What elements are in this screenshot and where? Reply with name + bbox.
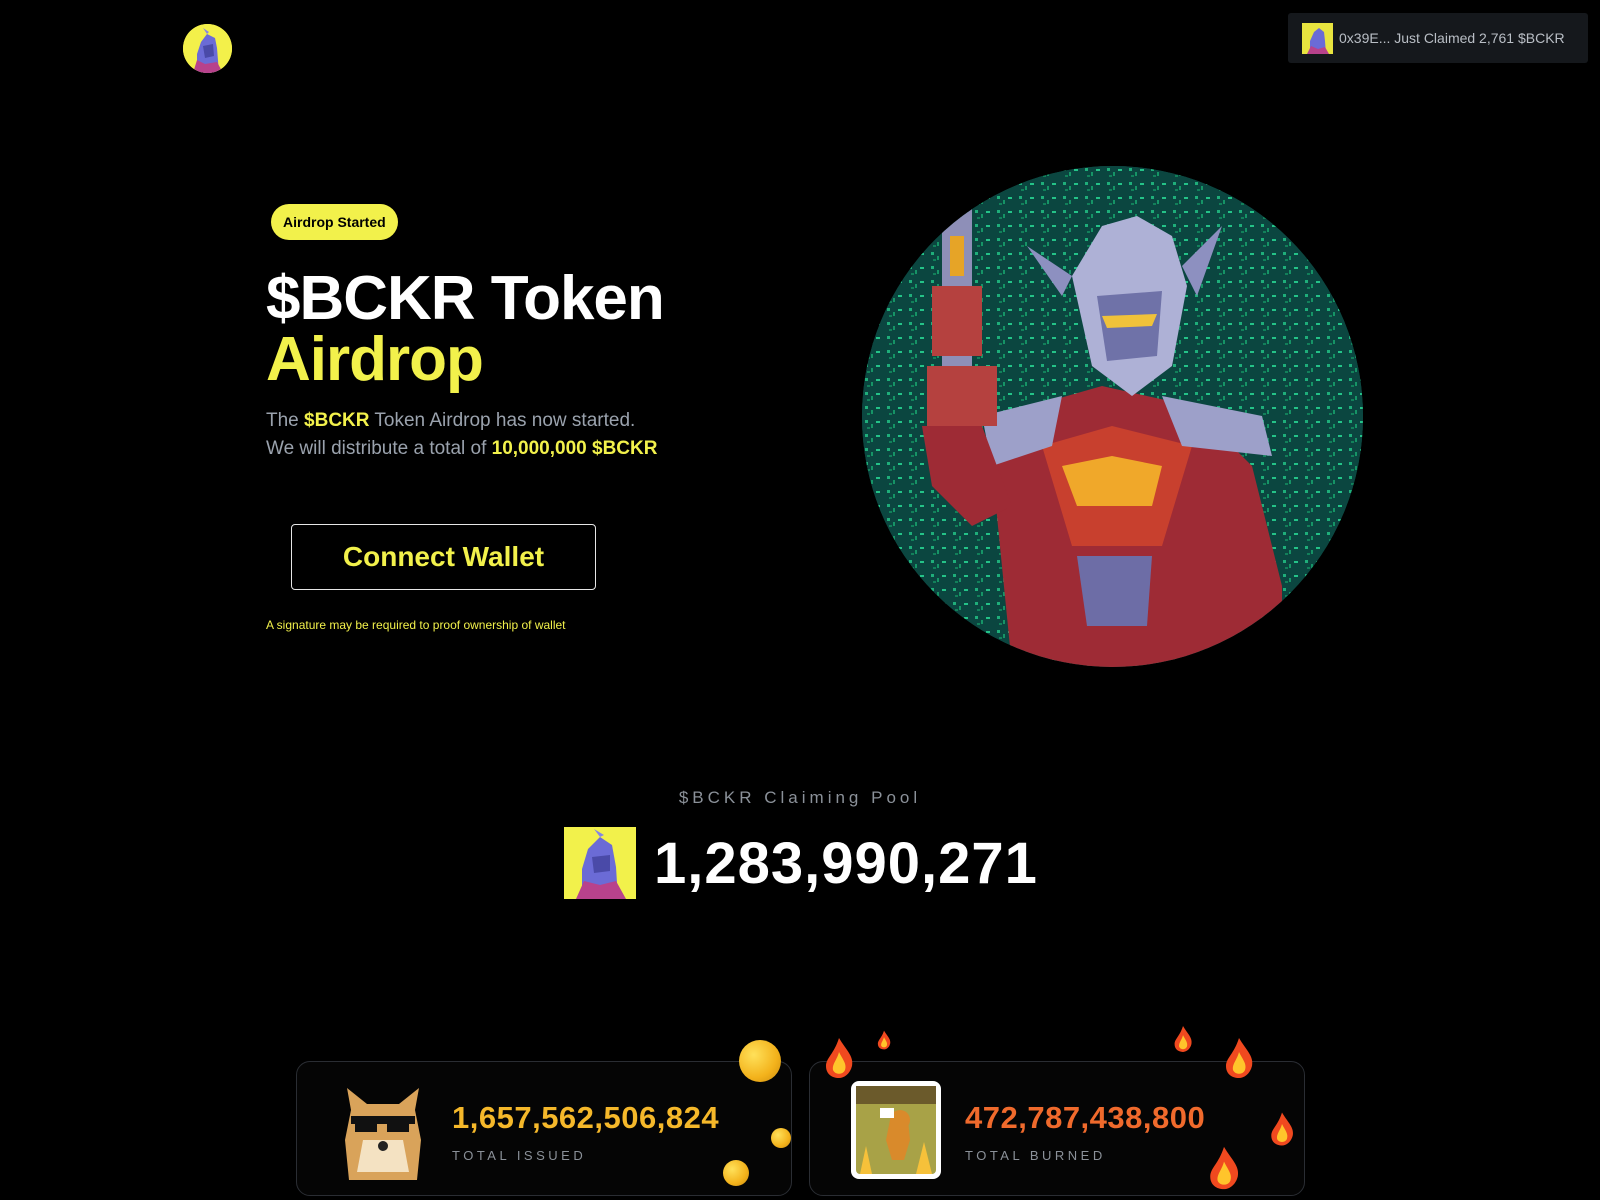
claiming-pool: 1,283,990,271 [564,827,1038,899]
flame-icon [1174,1026,1192,1052]
total-issued-label: TOTAL ISSUED [452,1148,587,1163]
description-line-2: We will distribute a total of 10,000,000… [266,435,657,463]
warrior-avatar-icon [1302,22,1333,54]
site-logo[interactable] [183,24,232,73]
total-issued-card: 1,657,562,506,824 TOTAL ISSUED [296,1040,792,1196]
coin-icon [723,1160,749,1186]
doge-sunglasses-icon [337,1080,429,1180]
claiming-pool-value: 1,283,990,271 [654,830,1038,896]
connect-wallet-button[interactable]: Connect Wallet [291,524,596,590]
toast-text: 0x39E... Just Claimed 2,761 $BCKR [1339,30,1565,46]
flame-icon [1210,1146,1239,1190]
desc-text: We will distribute a total of [266,438,492,459]
desc-amount: 10,000,000 $BCKR [491,438,658,459]
description-line-1: The $BCKR Token Airdrop has now started. [266,407,657,435]
total-burned-value: 472,787,438,800 [965,1100,1206,1135]
warrior-avatar-icon [564,827,636,899]
armored-warrior-illustration [862,166,1363,667]
claim-notification-toast: 0x39E... Just Claimed 2,761 $BCKR [1288,13,1588,63]
desc-text: The [266,410,305,431]
title-line-2: Airdrop [266,325,484,394]
coin-icon [739,1040,781,1082]
desc-token: $BCKR [304,410,370,431]
total-issued-value: 1,657,562,506,824 [452,1100,720,1135]
total-burned-label: TOTAL BURNED [965,1148,1106,1163]
page-title: $BCKR Token Airdrop [266,264,665,394]
flame-icon [877,1030,891,1050]
airdrop-status-badge: Airdrop Started [271,204,398,240]
signature-note: A signature may be required to proof own… [266,618,566,632]
coin-icon [771,1128,791,1148]
total-burned-card: 472,787,438,800 TOTAL BURNED [809,1026,1305,1196]
claiming-pool-label: $BCKR Claiming Pool [678,788,922,807]
desc-text: Token Airdrop has now started. [369,410,636,431]
flame-icon [1226,1038,1253,1078]
flame-icon [1271,1112,1293,1146]
this-is-fine-dog-icon [850,1080,942,1180]
hero-description: The $BCKR Token Airdrop has now started.… [266,407,657,463]
title-line-1: $BCKR Token [266,264,665,333]
flame-icon [826,1038,853,1078]
warrior-avatar-icon [183,24,232,73]
